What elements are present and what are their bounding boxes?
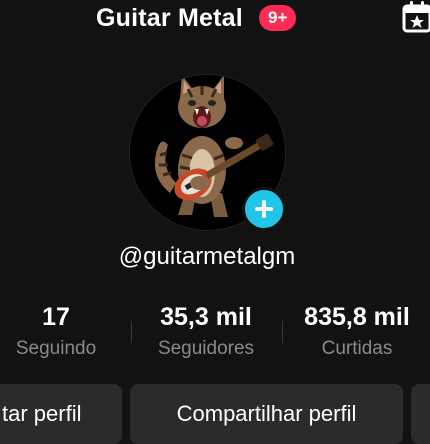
plus-icon: [255, 200, 273, 218]
share-profile-button[interactable]: Compartilhar perfil: [130, 384, 403, 444]
stat-following[interactable]: 17 Seguindo: [0, 302, 112, 362]
followers-label: Seguidores: [157, 338, 255, 359]
account-title[interactable]: Guitar Metal: [96, 3, 243, 33]
add-avatar-button[interactable]: [242, 187, 286, 231]
edit-profile-button[interactable]: tar perfil: [0, 384, 122, 444]
following-count: 17: [42, 303, 70, 331]
followers-count: 35,3 mil: [160, 303, 252, 331]
notification-badge[interactable]: 9+: [259, 5, 297, 31]
likes-label: Curtidas: [321, 338, 393, 359]
stat-likes[interactable]: 835,8 mil Curtidas: [290, 302, 424, 362]
calendar-star-icon[interactable]: [402, 0, 430, 34]
likes-count: 835,8 mil: [304, 303, 410, 331]
username: @guitarmetalgm: [118, 243, 296, 270]
stat-divider: [282, 321, 283, 343]
stat-followers[interactable]: 35,3 mil Seguidores: [140, 302, 272, 362]
more-options-button[interactable]: [411, 384, 430, 444]
stat-divider: [131, 321, 132, 343]
following-label: Seguindo: [15, 338, 97, 359]
